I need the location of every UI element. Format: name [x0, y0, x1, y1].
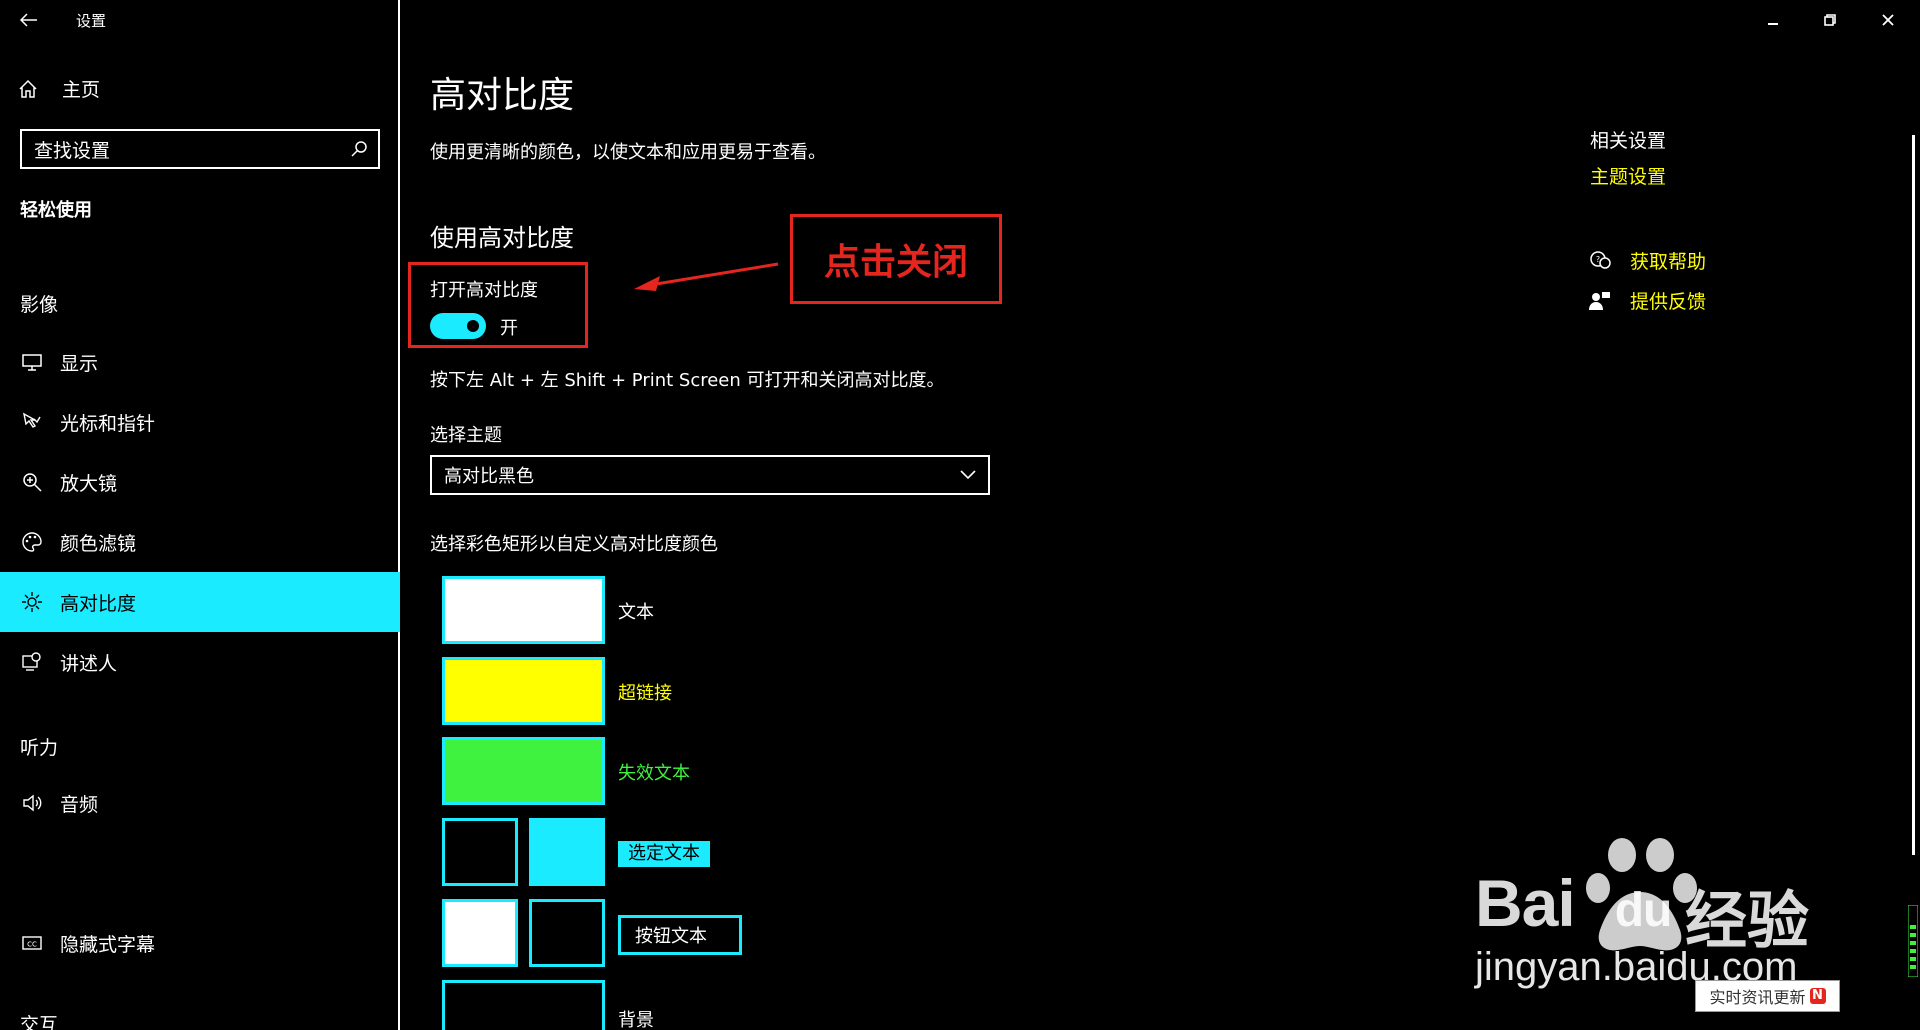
volume-meter [1908, 905, 1918, 977]
swatch-button-fg[interactable] [442, 899, 518, 967]
hotkey-note: 按下左 Alt + 左 Shift + Print Screen 可打开和关闭高… [430, 370, 945, 391]
colors-label: 选择彩色矩形以自定义高对比度颜色 [430, 534, 718, 555]
svg-text:?: ? [1596, 255, 1600, 264]
svg-text:CC: CC [27, 941, 37, 949]
swatch-label-background: 背景 [618, 1010, 654, 1030]
app-title: 设置 [76, 11, 107, 30]
sidebar-item-label: 高对比度 [60, 592, 137, 615]
closed-caption-icon: CC [20, 931, 44, 955]
search-placeholder: 查找设置 [34, 139, 111, 162]
restore-button[interactable] [1802, 0, 1858, 40]
restore-icon [1824, 14, 1836, 26]
group-label-interaction: 交互 [20, 1014, 59, 1030]
toggle-knob [467, 320, 479, 332]
sidebar-item-label: 颜色滤镜 [60, 532, 137, 555]
sidebar: 设置 主页 查找设置 轻松使用 影像 显示 光标和指针 放大镜 颜色滤镜 高对比… [0, 0, 400, 1030]
sidebar-item-cursor[interactable]: 光标和指针 [0, 392, 400, 452]
section-title: 轻松使用 [20, 200, 92, 221]
swatch-label-selected: 选定文本 [618, 841, 710, 867]
theme-selected-value: 高对比黑色 [444, 466, 534, 487]
theme-label: 选择主题 [430, 425, 502, 446]
page-description: 使用更清晰的颜色，以使文本和应用更易于查看。 [430, 142, 826, 163]
chevron-down-icon [960, 470, 976, 480]
sidebar-item-label: 光标和指针 [60, 412, 156, 435]
swatch-label-button: 按钮文本 [618, 915, 742, 955]
back-button[interactable] [0, 0, 58, 40]
minimize-icon [1768, 23, 1778, 25]
contrast-sun-icon [20, 590, 44, 614]
back-arrow-icon [20, 13, 37, 27]
sidebar-item-high-contrast[interactable]: 高对比度 [0, 572, 400, 632]
annotation-callout: 点击关闭 [790, 214, 1002, 304]
related-settings-title: 相关设置 [1590, 130, 1667, 152]
sidebar-item-label: 隐藏式字幕 [60, 933, 156, 956]
feedback-link[interactable]: 提供反馈 [1588, 287, 1706, 314]
search-icon[interactable] [346, 140, 368, 158]
swatch-background-color[interactable] [442, 980, 605, 1030]
sidebar-item-narrator[interactable]: 讲述人 [0, 632, 400, 692]
sidebar-item-label: 放大镜 [60, 472, 118, 495]
swatch-label-hyperlink: 超链接 [618, 683, 672, 704]
watermark-badge: 实时资讯更新 N [1695, 980, 1840, 1012]
narrator-icon [20, 650, 44, 674]
feedback-label: 提供反馈 [1630, 291, 1707, 313]
title-bar: 设置 [0, 0, 400, 40]
home-icon [18, 79, 42, 99]
search-input[interactable]: 查找设置 [20, 129, 380, 169]
page-title: 高对比度 [430, 75, 575, 116]
get-help-label: 获取帮助 [1630, 251, 1707, 273]
sidebar-item-audio[interactable]: 音频 [0, 773, 400, 833]
cursor-pointer-icon [20, 410, 44, 434]
close-icon [1882, 14, 1894, 26]
color-filter-icon [20, 530, 44, 554]
theme-settings-link[interactable]: 主题设置 [1590, 162, 1666, 189]
home-label: 主页 [62, 79, 101, 101]
toggle-state-text: 开 [500, 318, 518, 339]
watermark-brand: Bai du [1475, 866, 1672, 940]
speaker-icon [20, 791, 44, 815]
feedback-person-icon [1588, 290, 1614, 312]
monitor-icon [20, 350, 44, 374]
group-label-hearing: 听力 [20, 737, 59, 759]
section-heading: 使用高对比度 [430, 224, 574, 252]
magnifier-icon [20, 470, 44, 494]
swatch-disabled-color[interactable] [442, 737, 605, 805]
swatch-label-text: 文本 [618, 602, 654, 623]
chat-help-icon: ? [1588, 250, 1614, 272]
swatch-hyperlink-color[interactable] [442, 657, 605, 725]
swatch-label-disabled: 失效文本 [618, 763, 690, 784]
high-contrast-toggle[interactable] [430, 313, 486, 339]
sidebar-item-magnifier[interactable]: 放大镜 [0, 452, 400, 512]
toggle-label: 打开高对比度 [430, 280, 538, 301]
close-button[interactable] [1860, 0, 1916, 40]
swatch-button-bg[interactable] [529, 899, 605, 967]
sidebar-item-closed-captions[interactable]: CC 隐藏式字幕 [0, 913, 400, 973]
sidebar-item-label: 讲述人 [60, 652, 118, 675]
sidebar-item-label: 音频 [60, 793, 99, 816]
swatch-selected-bg[interactable] [529, 818, 605, 886]
annotation-arrow [634, 262, 779, 291]
swatch-selected-fg[interactable] [442, 818, 518, 886]
sidebar-item-label: 显示 [60, 352, 99, 375]
sidebar-item-home[interactable]: 主页 [18, 75, 100, 102]
sidebar-item-display[interactable]: 显示 [0, 332, 400, 392]
swatch-text-color[interactable] [442, 576, 605, 644]
scrollbar[interactable] [1912, 135, 1915, 855]
sidebar-item-color-filter[interactable]: 颜色滤镜 [0, 512, 400, 572]
get-help-link[interactable]: ? 获取帮助 [1588, 247, 1706, 274]
group-label-vision: 影像 [20, 294, 59, 316]
minimize-button[interactable] [1745, 0, 1801, 40]
theme-dropdown[interactable]: 高对比黑色 [430, 455, 990, 495]
